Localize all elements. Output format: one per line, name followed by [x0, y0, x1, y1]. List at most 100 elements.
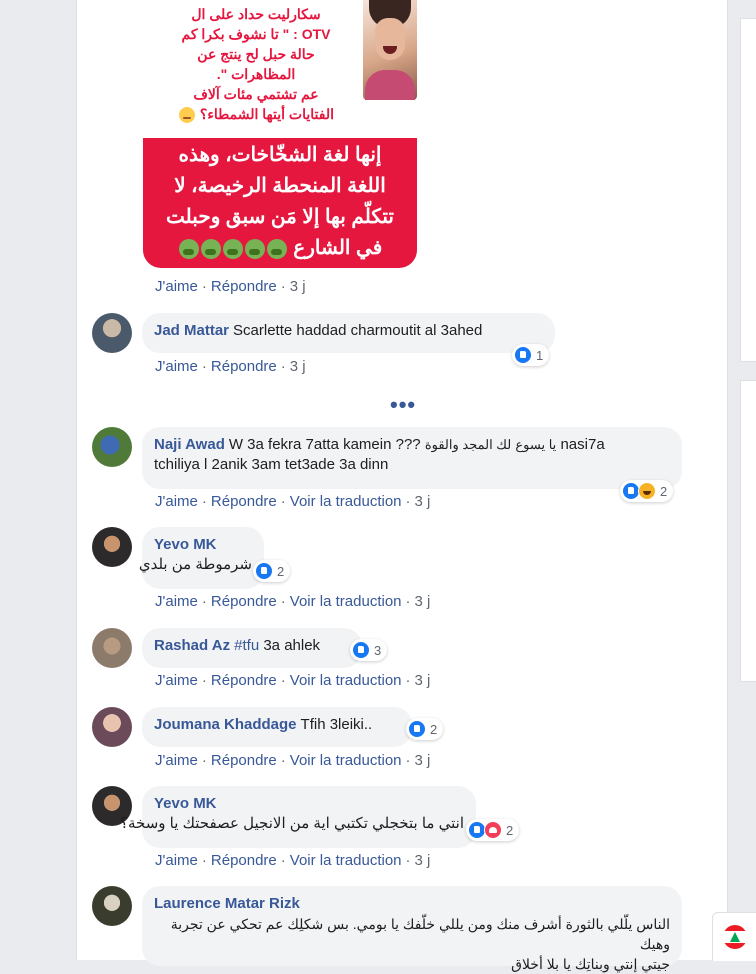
timestamp[interactable]: 3 j	[415, 752, 431, 769]
comment-author[interactable]: Yevo MK	[154, 535, 248, 555]
reply-link[interactable]: Répondre	[211, 493, 277, 510]
avatar[interactable]	[92, 527, 132, 567]
reaction-count: 2	[430, 721, 438, 737]
avatar[interactable]	[92, 313, 132, 353]
timestamp[interactable]: 3 j	[415, 493, 431, 510]
separator: ·	[201, 278, 207, 295]
separator: ·	[280, 593, 286, 610]
like-reaction-icon	[255, 562, 273, 580]
reaction-summary[interactable]: 2	[253, 560, 291, 582]
statement-line: اللغة المنحطة الرخيصة، لا	[174, 175, 386, 197]
reaction-summary[interactable]: 3	[350, 639, 388, 661]
like-link[interactable]: J'aime	[155, 752, 198, 769]
reply-link[interactable]: Répondre	[211, 752, 277, 769]
comment-actions: J'aime · Répondre · Voir la traduction · 3 j	[155, 493, 430, 510]
reaction-summary[interactable]: 2	[620, 480, 674, 502]
quote-line: سكارليت حداد على ال	[191, 6, 321, 22]
translate-link[interactable]: Voir la traduction	[290, 672, 402, 689]
comment-text: nasi7a	[560, 436, 605, 453]
like-link[interactable]: J'aime	[155, 278, 198, 295]
comment-bubble: Naji Awad W 3a fekra 7atta kamein ??? يا …	[142, 427, 682, 489]
separator: ·	[280, 852, 286, 869]
separator: ·	[405, 672, 411, 689]
like-link[interactable]: J'aime	[155, 672, 198, 689]
like-link[interactable]: J'aime	[155, 358, 198, 375]
reply-link[interactable]: Répondre	[211, 278, 277, 295]
haha-reaction-icon	[638, 482, 656, 500]
love-reaction-icon	[484, 821, 502, 839]
comment-author[interactable]: Laurence Matar Rizk	[154, 894, 666, 914]
reply-link[interactable]: Répondre	[211, 672, 277, 689]
statement-line: تتكلّم بها إلا مَن سبق وحبلت	[166, 206, 394, 228]
quote-line: حالة حبل لح ينتج عن	[197, 46, 315, 62]
language-flag-tab[interactable]	[712, 912, 756, 961]
comment-text: Tfih 3leiki..	[300, 716, 373, 733]
comment-author[interactable]: Jad Mattar	[154, 322, 229, 339]
translate-link[interactable]: Voir la traduction	[290, 852, 402, 869]
like-link[interactable]: J'aime	[155, 493, 198, 510]
like-link[interactable]: J'aime	[155, 593, 198, 610]
comment-bubble: Jad Mattar Scarlette haddad charmoutit al…	[142, 313, 555, 353]
quote-line: الفتايات أيتها الشمطاء؟	[199, 106, 334, 122]
angry-face-icon	[179, 107, 195, 124]
reaction-count: 2	[660, 483, 668, 499]
reply-link[interactable]: Répondre	[211, 358, 277, 375]
avatar[interactable]	[92, 628, 132, 668]
post-image[interactable]: سكارليت حداد على ال OTV : " تا نشوف بكرا…	[143, 0, 417, 268]
comment-author[interactable]: Rashad Az	[154, 637, 230, 654]
timestamp[interactable]: 3 j	[415, 852, 431, 869]
sidebar-panel	[740, 18, 756, 362]
comment-text: W 3a fekra 7atta kamein ???	[228, 436, 421, 453]
avatar[interactable]	[92, 707, 132, 747]
translate-link[interactable]: Voir la traduction	[290, 752, 402, 769]
separator: ·	[201, 593, 207, 610]
separator: ·	[201, 852, 207, 869]
reply-link[interactable]: Répondre	[211, 852, 277, 869]
reaction-summary[interactable]: 2	[466, 819, 520, 841]
comment-text: tchiliya l 2anik 3am tet3ade 3a dinn	[154, 456, 389, 473]
like-reaction-icon	[514, 346, 532, 364]
comment-actions: J'aime · Répondre · Voir la traduction · 3 j	[155, 752, 430, 769]
timestamp[interactable]: 3 j	[290, 358, 306, 375]
comment-author[interactable]: Yevo MK	[154, 794, 460, 814]
translate-link[interactable]: Voir la traduction	[290, 493, 402, 510]
reply-link[interactable]: Répondre	[211, 593, 277, 610]
separator: ·	[201, 672, 207, 689]
translate-link[interactable]: Voir la traduction	[290, 593, 402, 610]
reaction-count: 2	[277, 563, 285, 579]
reaction-summary[interactable]: 1	[512, 344, 550, 366]
reaction-summary[interactable]: 2	[406, 718, 444, 740]
reaction-count: 1	[536, 347, 544, 363]
timestamp[interactable]: 3 j	[290, 278, 306, 295]
like-link[interactable]: J'aime	[155, 852, 198, 869]
avatar[interactable]	[92, 886, 132, 926]
vomiting-face-icon	[244, 238, 265, 259]
quote-line: OTV : " تا نشوف بكرا كم	[181, 26, 331, 42]
separator: ·	[201, 358, 207, 375]
vomiting-face-icon	[178, 238, 199, 259]
comment-text: 3a ahlek	[263, 637, 321, 654]
hashtag-link[interactable]: #tfu	[234, 637, 259, 654]
timestamp[interactable]: 3 j	[415, 672, 431, 689]
right-sidebar	[740, 0, 756, 960]
comment-actions: J'aime · Répondre · Voir la traduction · 3 j	[155, 672, 430, 689]
quote-line: المظاهرات ".	[216, 66, 296, 82]
comment-text: انتي ما بتخجلي تكتبي اية من الانجيل عصفح…	[120, 815, 464, 832]
timestamp[interactable]: 3 j	[415, 593, 431, 610]
like-reaction-icon	[352, 641, 370, 659]
separator: ·	[280, 278, 286, 295]
vomiting-face-icon	[200, 238, 221, 259]
separator: ·	[405, 752, 411, 769]
statement-line: في الشارع	[293, 237, 383, 259]
comment-text: لك المجد والقوة	[424, 437, 512, 452]
comment-author[interactable]: Naji Awad	[154, 436, 225, 453]
separator: ·	[201, 493, 207, 510]
avatar[interactable]	[92, 427, 132, 467]
more-comments-button[interactable]: •••	[390, 394, 416, 416]
comment-author[interactable]: Joumana Khaddage	[154, 716, 297, 733]
comment-bubble: Rashad Az #tfu 3a ahlek	[142, 628, 362, 668]
post-image-statement: إنها لغة الشخّاخات، وهذه اللغة المنحطة ا…	[151, 140, 409, 264]
post-actions: J'aime · Répondre · 3 j	[155, 278, 306, 295]
statement-line: إنها لغة الشخّاخات، وهذه	[178, 144, 382, 166]
sidebar-panel	[740, 380, 756, 682]
